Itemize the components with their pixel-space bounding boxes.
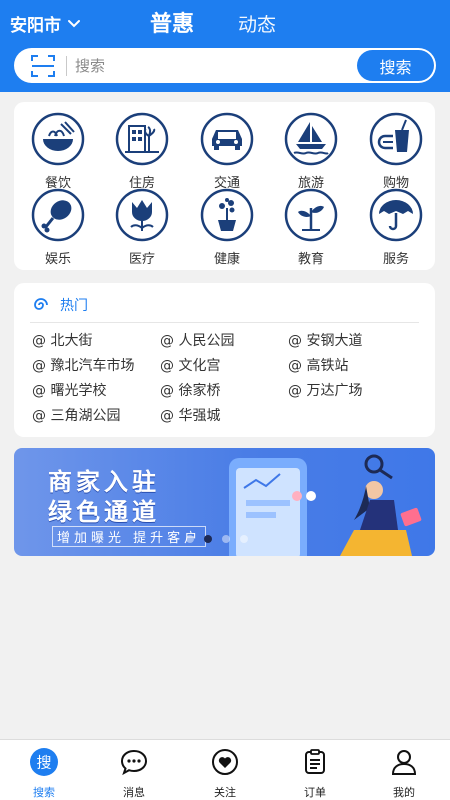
search-input[interactable]	[75, 56, 335, 75]
category-entertainment[interactable]: 娱乐	[28, 188, 88, 267]
drumstick-icon	[31, 188, 85, 242]
carousel-dot[interactable]	[240, 535, 248, 543]
tabbar-orders[interactable]: 订单	[285, 748, 345, 800]
category-grid: 餐饮 住房 交通 旅游 购物 娱乐 医疗 健康 教育 服务	[14, 102, 435, 270]
building-icon	[115, 112, 169, 166]
category-service[interactable]: 服务	[366, 188, 426, 267]
category-shopping[interactable]: 购物	[366, 112, 426, 191]
sailboat-icon	[284, 112, 338, 166]
potted-plant-icon	[200, 188, 254, 242]
hot-title: 热门	[60, 298, 88, 314]
category-health[interactable]: 健康	[197, 188, 257, 267]
shopping-cup-icon	[369, 112, 423, 166]
scan-icon[interactable]	[30, 53, 56, 79]
chevron-down-icon	[68, 19, 80, 27]
carousel-dot[interactable]	[186, 535, 194, 543]
hot-item[interactable]: @ 华强城	[160, 405, 220, 425]
banner-headline-2: 绿色通道	[48, 498, 160, 526]
hot-item[interactable]: @ 三角湖公园	[32, 405, 120, 425]
search-divider	[66, 55, 67, 76]
noodle-bowl-icon	[31, 112, 85, 166]
heart-icon	[212, 749, 238, 775]
hot-item[interactable]: @ 曙光学校	[32, 380, 106, 400]
category-transport[interactable]: 交通	[197, 112, 257, 191]
hot-item[interactable]: @ 徐家桥	[160, 380, 220, 400]
category-label: 医疗	[128, 252, 155, 267]
category-label: 娱乐	[44, 252, 71, 267]
carousel-dot-active[interactable]	[204, 535, 212, 543]
order-icon	[305, 749, 325, 774]
hot-item[interactable]: @ 万达广场	[288, 380, 362, 400]
hot-item[interactable]: @ 人民公园	[160, 330, 234, 350]
category-travel[interactable]: 旅游	[281, 112, 341, 191]
category-education[interactable]: 教育	[281, 188, 341, 267]
hot-section: 热门 @ 北大街 @ 人民公园 @ 安钢大道 @ 豫北汽车市场 @ 文化宫 @ …	[14, 283, 435, 437]
city-name: 安阳市	[10, 16, 61, 36]
hot-item[interactable]: @ 豫北汽车市场	[32, 355, 134, 375]
category-medical[interactable]: 医疗	[112, 188, 172, 267]
tabbar-label: 我的	[393, 786, 415, 799]
search-button[interactable]: 搜索	[357, 50, 434, 81]
header: 安阳市 普惠 动态 搜索	[0, 0, 450, 92]
city-selector[interactable]: 安阳市	[10, 11, 81, 36]
tab-dongtai[interactable]: 动态	[238, 10, 276, 37]
car-icon	[200, 112, 254, 166]
tab-puhui[interactable]: 普惠	[150, 6, 194, 38]
hot-item[interactable]: @ 北大街	[32, 330, 92, 350]
category-label: 健康	[213, 252, 240, 267]
tabbar-label: 搜索	[33, 786, 55, 799]
spiral-icon	[34, 298, 48, 310]
sprout-icon	[284, 188, 338, 242]
carousel-dot[interactable]	[222, 535, 230, 543]
message-icon	[120, 749, 148, 776]
hot-header: 热门	[32, 295, 88, 315]
tabbar-messages[interactable]: 消息	[104, 748, 164, 800]
hot-item[interactable]: @ 安钢大道	[288, 330, 362, 350]
carousel-dots	[186, 535, 248, 543]
tabbar-label: 消息	[123, 786, 145, 799]
hot-item[interactable]: @ 文化宫	[160, 355, 220, 375]
search-bar: 搜索	[14, 48, 436, 83]
tabbar-profile[interactable]: 我的	[374, 748, 434, 800]
banner-subtitle: 增加曝光 提升客户	[52, 526, 207, 547]
tabbar-label: 订单	[304, 786, 326, 799]
divider	[30, 322, 419, 323]
umbrella-icon	[369, 188, 423, 242]
category-label: 服务	[382, 252, 409, 267]
hot-item[interactable]: @ 高铁站	[288, 355, 348, 375]
category-housing[interactable]: 住房	[112, 112, 172, 191]
tabbar-label: 关注	[214, 786, 236, 799]
profile-icon	[391, 750, 417, 775]
category-dining[interactable]: 餐饮	[28, 112, 88, 191]
svg-text:搜: 搜	[36, 754, 51, 772]
category-label: 教育	[297, 252, 324, 267]
promo-banner[interactable]: 商家入驻 绿色通道 增加曝光 提升客户	[14, 448, 435, 556]
tulip-icon	[115, 188, 169, 242]
tabbar-search[interactable]: 搜 搜索	[14, 748, 74, 800]
tabbar-follow[interactable]: 关注	[195, 748, 255, 800]
bottom-tab-bar: 搜 搜索 消息 关注 订单 我的	[0, 739, 450, 800]
search-char-icon: 搜	[30, 748, 58, 776]
